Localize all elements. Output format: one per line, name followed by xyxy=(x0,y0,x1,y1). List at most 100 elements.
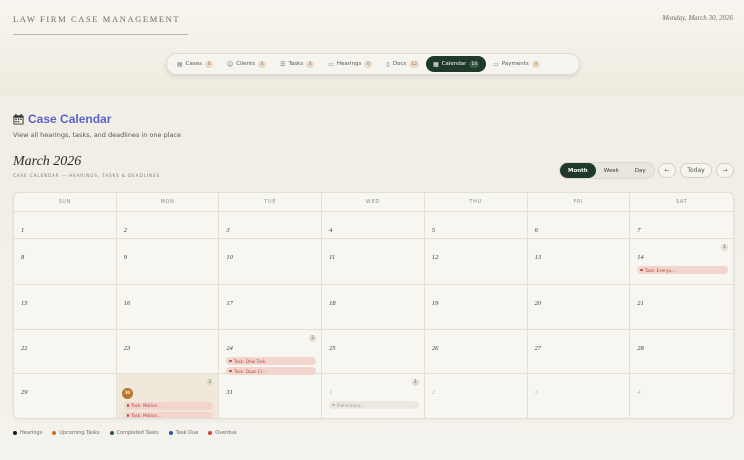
view-day-button[interactable]: Day xyxy=(627,163,654,178)
next-month-button[interactable]: → xyxy=(716,163,734,178)
day-cell[interactable]: 3 xyxy=(219,212,323,239)
legend-item: Overdue xyxy=(208,430,237,436)
day-cell[interactable]: 17 xyxy=(219,285,323,330)
day-cell[interactable]: 1 xyxy=(14,212,117,239)
day-number: 14 xyxy=(637,254,644,261)
day-cell[interactable]: 14 1 Task: Everyo... xyxy=(630,239,733,285)
page-title: Case Calendar xyxy=(13,112,181,126)
day-cell[interactable]: 31 xyxy=(219,374,323,418)
today-button[interactable]: Today xyxy=(680,163,712,178)
day-cell[interactable]: 23 xyxy=(116,330,220,374)
day-number: 30 xyxy=(121,387,133,399)
day-cell[interactable]: 27 xyxy=(527,330,631,374)
weekday-label: SAT xyxy=(675,199,688,205)
day-cell[interactable]: 6 xyxy=(527,212,631,239)
day-cell[interactable]: 26 xyxy=(424,330,528,374)
day-cell[interactable]: 8 xyxy=(14,239,117,285)
legend-dot-icon xyxy=(168,431,173,435)
tab-count-badge: 4 xyxy=(306,60,315,68)
current-date: Monday, March 30, 2026 xyxy=(662,14,733,22)
day-number: 1 xyxy=(21,227,25,234)
day-number: 8 xyxy=(21,254,25,261)
day-number: 13 xyxy=(534,254,542,261)
day-cell[interactable]: 4 xyxy=(630,374,733,418)
tab-hearings[interactable]: ▭ Hearings 0 xyxy=(321,56,379,72)
day-cell[interactable]: 15 xyxy=(14,285,117,330)
day-cell-today[interactable]: 30 2 Task: Motion... Task: Motion... xyxy=(116,374,220,418)
event-label: Task: Motion... xyxy=(131,403,162,408)
calendar-event[interactable]: Task: Motion... xyxy=(123,411,214,418)
day-cell[interactable]: 9 xyxy=(116,239,220,285)
day-cell[interactable]: 28 xyxy=(630,330,733,374)
tab-count-badge: 0 xyxy=(205,60,213,68)
page-subtitle: View all hearings, tasks, and deadlines … xyxy=(13,131,182,139)
calendar-event[interactable]: Task: Everyo... xyxy=(637,266,728,274)
view-week-button[interactable]: Week xyxy=(596,163,627,178)
day-cell[interactable]: 11 xyxy=(322,239,425,285)
legend-label: Completed Tasks xyxy=(116,430,159,436)
tasks-icon: ☰ xyxy=(280,60,286,68)
event-count-badge: 2 xyxy=(309,335,317,342)
day-cell[interactable]: 4 xyxy=(322,212,425,239)
day-number: 19 xyxy=(431,300,439,307)
legend-item: Hearings xyxy=(13,430,42,436)
day-cell[interactable]: 10 xyxy=(219,239,323,285)
event-dot-icon xyxy=(229,369,232,373)
tab-calendar[interactable]: ▦ Calendar 14 xyxy=(425,56,487,72)
day-cell[interactable]: 5 xyxy=(424,212,528,239)
day-number: 11 xyxy=(329,254,336,261)
page-header: Case Calendar View all hearings, tasks, … xyxy=(13,112,181,139)
day-cell[interactable]: 22 xyxy=(14,330,117,374)
day-cell[interactable]: 12 xyxy=(424,239,528,285)
day-number: 22 xyxy=(21,345,28,352)
day-number: 18 xyxy=(329,300,336,307)
tab-cases[interactable]: ▤ Cases 0 xyxy=(170,56,220,72)
legend-dot-icon xyxy=(13,431,17,435)
day-cell[interactable]: 13 xyxy=(527,239,631,285)
view-month-button[interactable]: Month xyxy=(560,163,596,178)
calendar-event[interactable]: Task: Qhw Task xyxy=(226,357,317,365)
tab-label: Clients xyxy=(236,61,256,67)
main-nav: ▤ Cases 0 ☺ Clients 4 ☰ Tasks 4 ▭ Hearings 0 ▯ Docs 12… xyxy=(166,53,580,75)
day-cell[interactable]: 24 2 Task: Qhw Task Task: Duac Cr... xyxy=(219,330,323,375)
day-number: 29 xyxy=(21,389,28,396)
weekday-label: THU xyxy=(425,193,528,211)
event-list: Preliminary... xyxy=(329,401,419,409)
tab-docs[interactable]: ▯ Docs 12 xyxy=(379,56,426,72)
day-cell[interactable]: 21 xyxy=(630,285,733,330)
day-cell[interactable]: 20 xyxy=(527,285,631,330)
day-number: 27 xyxy=(534,345,542,352)
weekday-label: WED xyxy=(322,193,425,211)
tab-payments[interactable]: ▭ Payments 4 xyxy=(486,56,547,72)
day-cell[interactable]: 29 xyxy=(14,374,117,418)
tab-count-badge: 14 xyxy=(469,60,480,68)
month-subtitle: CASE CALENDAR — HEARINGS, TASKS & DEADLI… xyxy=(13,174,160,179)
day-number: 3 xyxy=(534,389,538,396)
event-label: Task: Qhw Task xyxy=(233,358,266,364)
calendar-event[interactable]: Task: Motion... xyxy=(123,401,214,410)
day-cell[interactable]: 3 xyxy=(528,374,631,418)
day-number: 9 xyxy=(123,254,127,261)
event-count-badge: 1 xyxy=(721,244,728,251)
event-dot-icon xyxy=(126,414,130,417)
day-number: 1 xyxy=(329,389,333,396)
day-number: 28 xyxy=(637,345,644,352)
day-cell[interactable]: 2 xyxy=(425,374,528,418)
day-cell[interactable]: 18 xyxy=(322,285,425,330)
tab-tasks[interactable]: ☰ Tasks 4 xyxy=(273,56,321,72)
calendar-legend: Hearings Upcoming Tasks Completed Tasks Tas… xyxy=(13,430,237,436)
tab-count-badge: 12 xyxy=(409,60,419,68)
month-title: March 2026 xyxy=(13,154,82,169)
prev-month-button[interactable]: ← xyxy=(658,163,676,178)
calendar-event[interactable]: Preliminary... xyxy=(329,401,419,409)
day-cell[interactable]: 16 xyxy=(116,285,220,330)
day-cell[interactable]: 1 1 Preliminary... xyxy=(322,374,425,418)
day-cell[interactable]: 19 xyxy=(424,285,528,330)
legend-label: Task Due xyxy=(175,430,199,436)
tab-clients[interactable]: ☺ Clients 4 xyxy=(220,56,273,72)
day-cell[interactable]: 2 xyxy=(116,212,220,239)
day-cell[interactable]: 7 xyxy=(630,212,733,239)
day-cell[interactable]: 25 xyxy=(322,330,425,374)
calendar-icon xyxy=(13,113,24,125)
event-count-badge: 1 xyxy=(411,379,419,386)
